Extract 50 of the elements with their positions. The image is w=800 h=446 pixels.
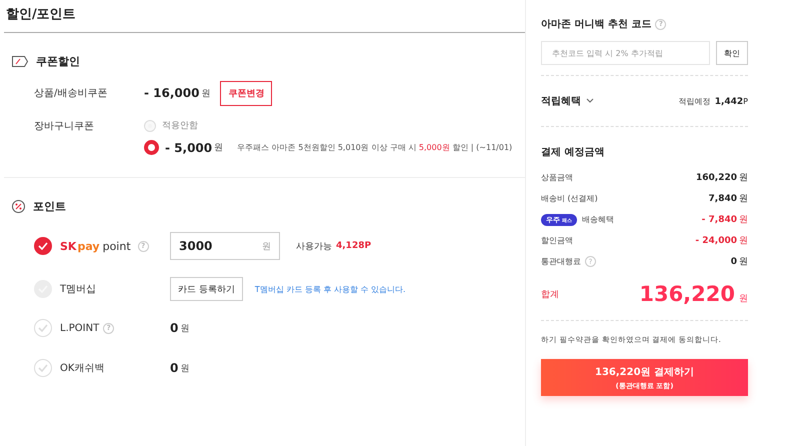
available-points: 4,128P (336, 241, 372, 251)
currency-unit: 원 (214, 142, 224, 154)
percent-icon (12, 200, 25, 212)
check-icon (38, 324, 48, 332)
point-label: T멤버십 (60, 283, 96, 296)
point-label: OK캐쉬백 (60, 362, 104, 375)
radio-button[interactable] (144, 140, 159, 155)
referral-title: 아마존 머니백 추천 코드 (541, 18, 652, 31)
membership-note: T멤버십 카드 등록 후 사용할 수 있습니다. (254, 284, 406, 294)
sk-pay-point-logo: SKpay point (60, 240, 132, 252)
total-amount: 136,220 원 (639, 282, 748, 306)
section-title: 포인트 (33, 198, 66, 214)
payment-label: 통관대행료 (541, 256, 581, 267)
currency-unit: 원 (180, 362, 190, 374)
reward-title[interactable]: 적립혜택 (541, 94, 581, 108)
referral-code-field[interactable]: 추천코드 입력 시 2% 추가적립 (541, 41, 710, 65)
coupon-icon (12, 56, 28, 66)
checkbox[interactable] (34, 237, 52, 255)
payment-amount: 0 원 (730, 256, 748, 268)
available-label: 사용가능 (296, 240, 332, 252)
confirm-button[interactable]: 확인 (716, 41, 748, 65)
payment-amount: 160,220 원 (696, 172, 748, 184)
currency-unit: 원 (262, 241, 271, 253)
point-amount: 0 (170, 361, 178, 375)
reward-label: 적립예정 (678, 96, 711, 106)
reward-points: 1,442P (714, 96, 748, 106)
payment-amount: - 7,840 원 (702, 214, 748, 226)
discount-amount: - 5,000 (165, 140, 212, 154)
currency-unit: 원 (180, 322, 190, 334)
coupon-label: 상품/배송비쿠폰 (34, 87, 108, 100)
payment-label: 상품금액 (541, 172, 573, 183)
change-coupon-button[interactable]: 쿠폰변경 (220, 80, 272, 106)
payment-amount: - 24,000 원 (695, 235, 748, 247)
option-label: 적용안함 (162, 120, 198, 132)
payment-label: 배송혜택 (582, 214, 614, 225)
discount-amount: - 16,000 (144, 86, 200, 100)
total-label: 합계 (541, 288, 559, 300)
coupon-label: 장바구니쿠폰 (34, 120, 95, 133)
coupon-description: 우주패스 아마존 5천원할인 5,010원 이상 구매 시 5,000원 할인 | (~11/01) (237, 142, 512, 153)
section-title: 쿠폰할인 (36, 54, 80, 68)
page-title: 할인/포인트 (4, 0, 525, 33)
payment-title: 결제 예정금액 (541, 146, 604, 159)
payment-label: 할인금액 (541, 235, 573, 246)
payment-amount: 7,840 원 (708, 193, 748, 205)
payment-label: 배송비 (선결제) (541, 193, 598, 204)
check-icon (38, 364, 48, 372)
currency-unit: 원 (201, 88, 210, 100)
check-icon (38, 242, 48, 250)
point-amount: 0 (170, 321, 178, 335)
point-label: L.POINT (60, 322, 100, 334)
